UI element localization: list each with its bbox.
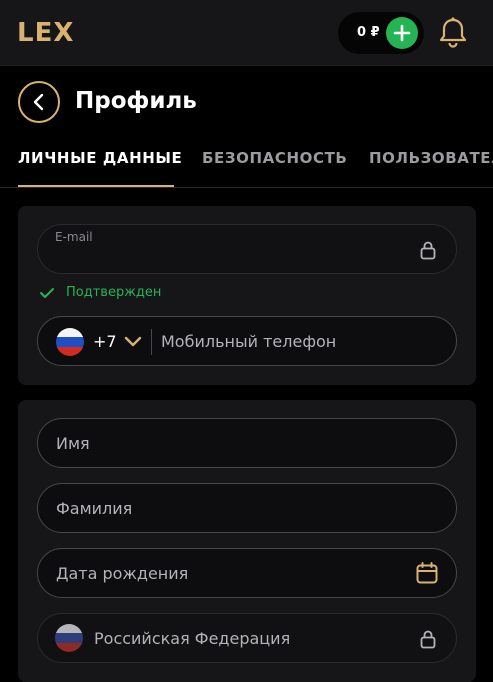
personal-data-card: Имя Фамилия Дата рождения Российская Фед… <box>18 400 476 682</box>
chevron-down-icon[interactable] <box>124 336 142 348</box>
calendar-icon[interactable] <box>416 562 438 584</box>
first-name-placeholder: Имя <box>56 434 90 453</box>
first-name-field[interactable]: Имя <box>37 418 457 468</box>
balance-widget[interactable]: 0 ₽ <box>338 12 424 54</box>
phone-divider <box>151 329 152 355</box>
phone-country-code[interactable]: +7 <box>93 332 117 351</box>
phone-field[interactable]: +7 Мобильный телефон <box>37 316 457 366</box>
birth-date-field[interactable]: Дата рождения <box>37 548 457 598</box>
bell-icon <box>439 17 467 48</box>
profile-tabs: ЛИЧНЫЕ ДАННЫЕ БЕЗОПАСНОСТЬ ПОЛЬЗОВАТЕЛЬ <box>0 140 493 188</box>
profile-content: E-mail Подтвержден +7 Мобильный телефон … <box>0 188 493 682</box>
tab-user[interactable]: ПОЛЬЗОВАТЕЛЬ <box>369 149 493 167</box>
contacts-card: E-mail Подтвержден +7 Мобильный телефон <box>18 206 476 385</box>
deposit-button[interactable] <box>386 17 418 49</box>
page-header: Профиль <box>0 66 493 140</box>
page-title: Профиль <box>75 88 197 114</box>
email-label: E-mail <box>55 230 93 244</box>
country-value: Российская Федерация <box>94 629 291 648</box>
tab-security[interactable]: БЕЗОПАСНОСТЬ <box>202 149 347 167</box>
last-name-field[interactable]: Фамилия <box>37 483 457 533</box>
notifications-button[interactable] <box>437 16 469 50</box>
check-icon <box>40 288 54 298</box>
balance-amount: 0 ₽ <box>357 25 380 40</box>
verified-label: Подтвержден <box>66 285 162 300</box>
brand-logo[interactable]: LEX <box>17 18 74 48</box>
country-field[interactable]: Российская Федерация <box>37 613 457 663</box>
lock-icon <box>420 241 436 260</box>
lock-icon <box>420 630 436 649</box>
active-tab-indicator <box>18 185 174 187</box>
phone-input[interactable]: Мобильный телефон <box>161 332 336 351</box>
back-button[interactable] <box>18 81 60 123</box>
tab-personal-data[interactable]: ЛИЧНЫЕ ДАННЫЕ <box>18 149 182 167</box>
top-bar: LEX 0 ₽ <box>0 0 493 66</box>
plus-icon <box>393 24 411 42</box>
ru-flag-icon <box>55 624 83 652</box>
ru-flag-icon <box>56 328 84 356</box>
email-field[interactable]: E-mail <box>37 224 457 274</box>
last-name-placeholder: Фамилия <box>56 499 133 518</box>
birth-date-placeholder: Дата рождения <box>56 564 189 583</box>
chevron-left-icon <box>33 93 44 111</box>
